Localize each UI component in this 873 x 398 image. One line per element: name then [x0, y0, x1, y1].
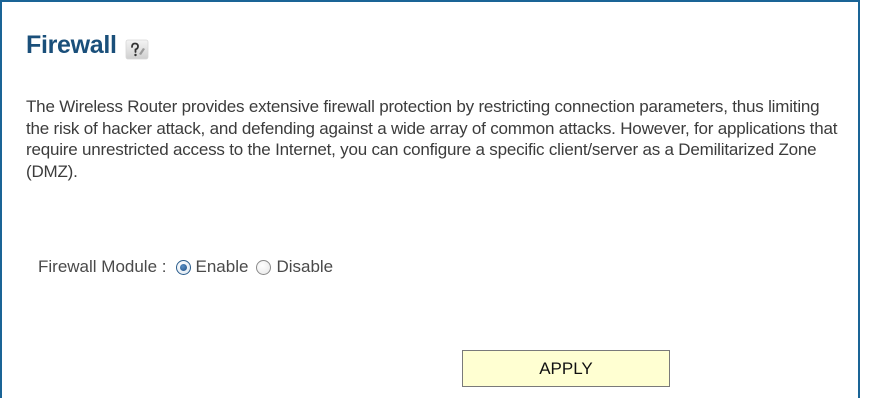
- firewall-module-label: Firewall Module :: [38, 257, 167, 276]
- help-question-icon[interactable]: [125, 38, 149, 60]
- firewall-panel: Firewall The Wireless Router provides ex…: [0, 0, 860, 398]
- title-row: Firewall: [26, 20, 149, 60]
- page-title: Firewall: [26, 31, 117, 59]
- disable-label: Disable: [276, 257, 334, 276]
- disable-radio[interactable]: [256, 259, 272, 275]
- firewall-module-row: Firewall Module : Enable Disable: [38, 255, 333, 279]
- firewall-description: The Wireless Router provides extensive f…: [26, 97, 838, 181]
- enable-radio[interactable]: [175, 259, 191, 275]
- disable-option[interactable]: Disable: [256, 257, 333, 277]
- apply-button[interactable]: APPLY: [462, 350, 670, 387]
- enable-option[interactable]: Enable: [175, 257, 249, 277]
- enable-label: Enable: [195, 257, 249, 276]
